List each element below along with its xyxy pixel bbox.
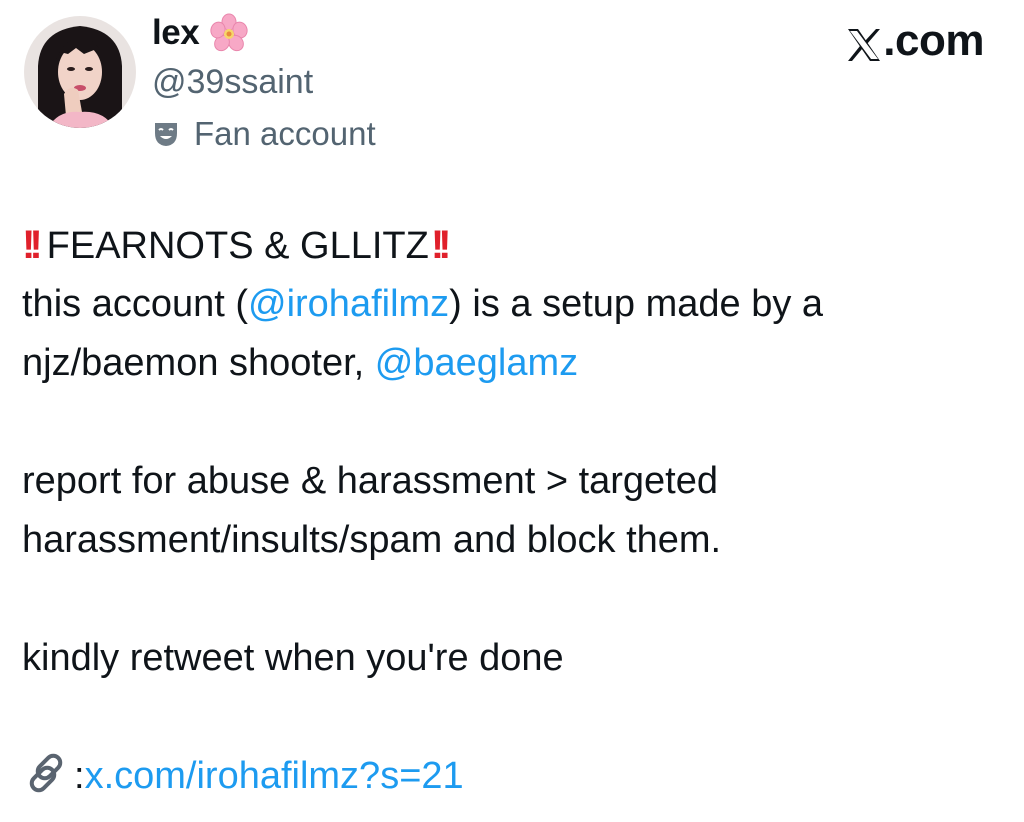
tweet-text-segment: njz/baemon shooter, [22, 342, 375, 384]
tweet-text: !! FEARNOTS & GLLITZ!! this account (@iro… [22, 216, 1002, 806]
tweet-header: lex @39ssaint Fan account [152, 8, 376, 160]
account-label-text: Fan account [194, 115, 376, 152]
author-display-name[interactable]: lex [152, 13, 200, 53]
double-exclamation-icon: !! [430, 223, 451, 267]
theater-masks-icon [152, 120, 180, 148]
x-logo-icon [846, 24, 882, 61]
tweet-text-segment: ) is a setup made by a [449, 283, 824, 325]
tweet-line: njz/baemon shooter, @baeglamz [22, 334, 1002, 393]
x-com-brand: .com [846, 16, 984, 66]
brand-text: .com [883, 16, 984, 65]
tweet-line: this account (@irohafilmz) is a setup ma… [22, 275, 1002, 334]
tweet-header-line: !! FEARNOTS & GLLITZ!! [22, 216, 1002, 275]
tweet-text-segment: this account ( [22, 283, 248, 325]
account-label: Fan account [152, 108, 376, 160]
mention-link[interactable]: @baeglamz [375, 342, 578, 384]
mention-link[interactable]: @irohafilmz [248, 283, 449, 325]
tweet-line: report for abuse & harassment > targeted [22, 460, 719, 502]
tweet-header-title: FEARNOTS & GLLITZ [46, 225, 429, 267]
link-chain-icon [22, 748, 72, 798]
avatar[interactable] [24, 16, 136, 128]
tweet-line: harassment/insults/spam and block them. [22, 519, 722, 561]
author-name-row: lex [152, 8, 376, 58]
author-handle[interactable]: @39ssaint [152, 58, 376, 106]
tweet-line: kindly retweet when you're done [22, 637, 564, 679]
link-separator: : [74, 755, 85, 797]
tweet-url-link[interactable]: x.com/irohafilmz?s=21 [85, 755, 464, 797]
cherry-blossom-icon [209, 13, 249, 53]
double-exclamation-icon: !! [22, 223, 42, 267]
tweet-link-line: :x.com/irohafilmz?s=21 [22, 747, 1002, 806]
